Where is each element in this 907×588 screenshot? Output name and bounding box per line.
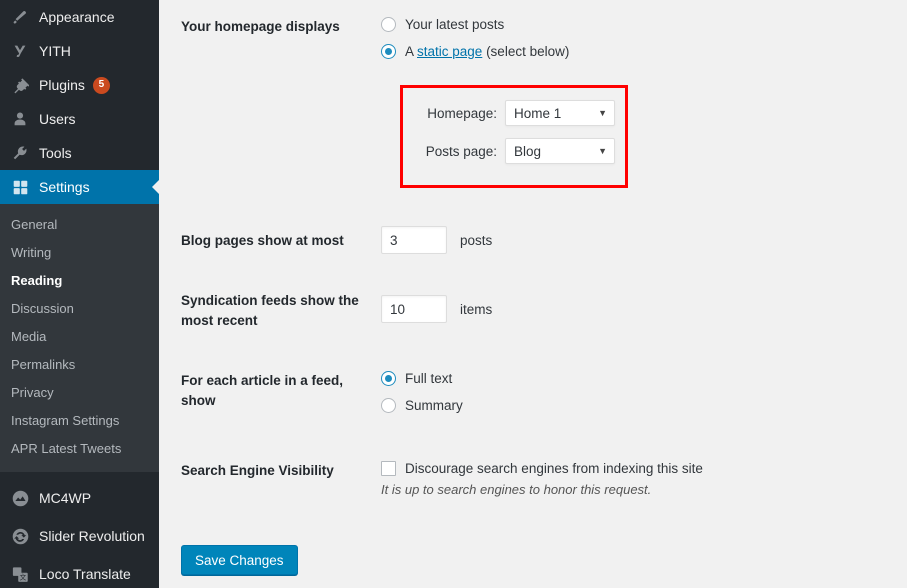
slider-revolution-icon: [10, 526, 30, 546]
homepage-select-value: Home 1: [514, 105, 562, 121]
sidebar-item-appearance[interactable]: Appearance: [0, 0, 159, 34]
chevron-down-icon: ▼: [598, 145, 607, 156]
sidebar-item-label: Plugins: [39, 77, 85, 93]
sidebar-item-label: Slider Revolution: [39, 528, 145, 544]
sidebar-item-tools[interactable]: Tools: [0, 136, 159, 170]
radio-latest-posts-label: Your latest posts: [405, 17, 505, 32]
blog-pages-input[interactable]: 3: [381, 226, 447, 254]
syndication-field: 10 items: [381, 295, 492, 323]
sidebar-item-label: Appearance: [39, 9, 115, 25]
search-visibility-row: Search Engine Visibility Discourage sear…: [181, 461, 703, 497]
sidebar-item-mc4wp[interactable]: MC4WP: [0, 479, 159, 517]
plug-icon: [10, 75, 30, 95]
posts-page-select[interactable]: Blog ▼: [505, 138, 615, 164]
discourage-search-engines-label: Discourage search engines from indexing …: [405, 461, 703, 476]
sidebar-item-users[interactable]: Users: [0, 102, 159, 136]
homepage-display-label: Your homepage displays: [181, 19, 340, 34]
discourage-search-engines-checkbox[interactable]: [381, 461, 396, 476]
feed-article-label: For each article in a feed, show: [181, 373, 344, 408]
feed-article-row: For each article in a feed, show Full te…: [181, 371, 463, 413]
submenu-item-discussion[interactable]: Discussion: [0, 295, 159, 323]
page-selection-group: Homepage: Home 1 ▼ Posts page: Blog ▼: [403, 88, 625, 164]
sidebar-top-menu: Appearance YITH Plugins 5 Users Tools Se…: [0, 0, 159, 204]
blog-pages-unit: posts: [460, 232, 493, 248]
posts-page-select-row: Posts page: Blog ▼: [417, 138, 625, 164]
blog-pages-field: 3 posts: [381, 226, 492, 254]
submenu-item-reading[interactable]: Reading: [0, 267, 159, 295]
sidebar-item-yith[interactable]: YITH: [0, 34, 159, 68]
homepage-select-label: Homepage:: [427, 105, 497, 121]
sidebar-item-label: YITH: [39, 43, 71, 59]
sidebar-item-slider-revolution[interactable]: Slider Revolution: [0, 517, 159, 555]
homepage-display-options: Your latest posts A static page (select …: [381, 17, 569, 59]
sidebar-item-label: MC4WP: [39, 490, 92, 506]
blog-pages-row: Blog pages show at most 3 posts: [181, 226, 492, 254]
sidebar-item-label: Users: [39, 111, 76, 127]
syndication-unit: items: [460, 301, 493, 317]
search-visibility-label: Search Engine Visibility: [181, 463, 334, 478]
radio-static-page-text: A static page (select below): [405, 44, 569, 59]
settings-submenu: General Writing Reading Discussion Media…: [0, 204, 159, 472]
syndication-input[interactable]: 10: [381, 295, 447, 323]
radio-full-text-label: Full text: [405, 371, 453, 386]
plugins-update-badge: 5: [92, 76, 110, 94]
mc4wp-icon: [10, 488, 30, 508]
reading-settings-form: Your homepage displays Your latest posts…: [159, 0, 907, 588]
blog-pages-label: Blog pages show at most: [181, 233, 344, 248]
sidebar-item-plugins[interactable]: Plugins 5: [0, 68, 159, 102]
submenu-item-permalinks[interactable]: Permalinks: [0, 351, 159, 379]
search-visibility-note: It is up to search engines to honor this…: [381, 482, 652, 497]
homepage-select-row: Homepage: Home 1 ▼: [417, 100, 625, 126]
submenu-item-privacy[interactable]: Privacy: [0, 379, 159, 407]
sidebar-item-label: Loco Translate: [39, 566, 131, 582]
static-page-suffix: (select below): [482, 44, 570, 59]
radio-static-page[interactable]: A static page (select below): [381, 44, 569, 59]
search-visibility-field: Discourage search engines from indexing …: [381, 461, 703, 497]
posts-page-select-value: Blog: [514, 143, 542, 159]
homepage-select[interactable]: Home 1 ▼: [505, 100, 615, 126]
sidebar-item-label: Tools: [39, 145, 72, 161]
admin-sidebar: Appearance YITH Plugins 5 Users Tools Se…: [0, 0, 159, 588]
yith-logo-icon: [10, 41, 30, 61]
sidebar-item-loco-translate[interactable]: 文 Loco Translate: [0, 555, 159, 588]
save-changes-wrapper: Save Changes: [181, 545, 298, 575]
submenu-item-apr-latest-tweets[interactable]: APR Latest Tweets: [0, 435, 159, 463]
static-page-prefix: A: [405, 44, 418, 59]
submenu-item-general[interactable]: General: [0, 211, 159, 239]
feed-article-options: Full text Summary: [381, 371, 463, 413]
settings-sliders-icon: [10, 177, 30, 197]
paintbrush-icon: [10, 7, 30, 27]
sidebar-item-settings[interactable]: Settings: [0, 170, 159, 204]
loco-translate-icon: 文: [10, 564, 30, 584]
radio-static-page-input[interactable]: [381, 44, 396, 59]
radio-full-text[interactable]: Full text: [381, 371, 463, 386]
sidebar-item-label: Settings: [39, 179, 90, 195]
svg-text:文: 文: [19, 572, 26, 581]
save-changes-button[interactable]: Save Changes: [181, 545, 298, 575]
syndication-label: Syndication feeds show the most recent: [181, 293, 359, 328]
static-page-link[interactable]: static page: [417, 44, 482, 59]
syndication-row: Syndication feeds show the most recent 1…: [181, 291, 492, 330]
radio-latest-posts-input[interactable]: [381, 17, 396, 32]
submenu-item-instagram-settings[interactable]: Instagram Settings: [0, 407, 159, 435]
submenu-item-writing[interactable]: Writing: [0, 239, 159, 267]
homepage-display-row: Your homepage displays Your latest posts…: [181, 17, 569, 59]
user-icon: [10, 109, 30, 129]
radio-summary-input[interactable]: [381, 398, 396, 413]
submenu-item-media[interactable]: Media: [0, 323, 159, 351]
sidebar-bottom-menu: MC4WP Slider Revolution 文 Loco Translate: [0, 479, 159, 588]
radio-latest-posts[interactable]: Your latest posts: [381, 17, 569, 32]
page-selection-highlight: Homepage: Home 1 ▼ Posts page: Blog ▼: [400, 85, 628, 188]
radio-summary[interactable]: Summary: [381, 398, 463, 413]
chevron-down-icon: ▼: [598, 107, 607, 118]
radio-full-text-input[interactable]: [381, 371, 396, 386]
radio-summary-label: Summary: [405, 398, 463, 413]
wrench-icon: [10, 143, 30, 163]
discourage-search-engines-option[interactable]: Discourage search engines from indexing …: [381, 461, 703, 476]
posts-page-select-label: Posts page:: [425, 143, 497, 159]
